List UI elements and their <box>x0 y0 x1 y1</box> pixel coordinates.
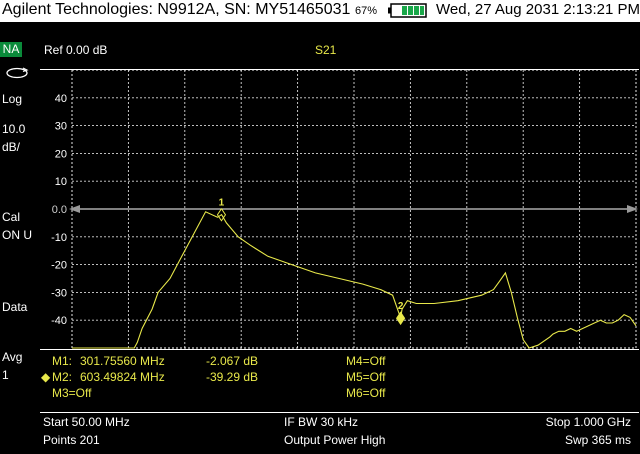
reference-arrow-left <box>69 205 80 213</box>
y-tick-labels: 40 30 20 10 0.0 -10 -20 -30 -40 <box>51 93 67 327</box>
battery-percent: 67% <box>355 5 378 17</box>
y-tick-label: -40 <box>51 315 67 327</box>
scale-unit: dB/ <box>2 140 21 154</box>
avg-value: 1 <box>2 368 9 382</box>
if-bandwidth[interactable]: IF BW 30 kHz <box>284 415 358 429</box>
stop-frequency[interactable]: Stop 1.000 GHz <box>546 415 631 429</box>
y-tick-label: 40 <box>55 93 67 105</box>
trace-markers: 12 <box>216 198 406 326</box>
left-status-panel: Log 10.0 dB/ Cal ON U Data Avg 1 <box>0 40 40 454</box>
date-time: Wed, 27 Aug 2031 2:13:21 PM <box>436 1 640 18</box>
y-tick-label: -10 <box>51 232 67 244</box>
marker-1-freq: 301.75560 MHz <box>80 354 165 368</box>
marker-1-label[interactable]: M1: <box>52 354 72 368</box>
marker-3-status[interactable]: M3=Off <box>52 386 91 400</box>
marker-2-number: 2 <box>398 301 404 312</box>
window-title: Agilent Technologies: N9912A, SN: MY5146… <box>2 1 351 18</box>
points-count[interactable]: Points 201 <box>43 433 100 447</box>
marker-2-symbol <box>396 311 406 326</box>
scale-value: 10.0 <box>2 122 26 136</box>
trace-plot: 403020100.0-10-20-30-40 12 <box>40 69 639 413</box>
marker-2-value: -39.29 dB <box>206 370 259 384</box>
title-bar: Agilent Technologies: N9912A, SN: MY5146… <box>0 0 640 22</box>
output-power[interactable]: Output Power High <box>284 433 385 447</box>
marker-4-status[interactable]: M4=Off <box>346 354 385 368</box>
mode-badge[interactable]: NA <box>0 42 22 57</box>
sweep-cycle-icon <box>6 67 29 79</box>
cal-status: ON U <box>2 228 32 242</box>
sweep-time[interactable]: Swp 365 ms <box>565 433 631 447</box>
y-tick-label: -20 <box>51 260 67 272</box>
y-tick-label: -30 <box>51 287 67 299</box>
cal-label: Cal <box>2 210 21 224</box>
y-tick-label: 0.0 <box>52 204 67 216</box>
marker-2-label[interactable]: M2: <box>52 370 72 384</box>
y-tick-label: 30 <box>55 121 67 133</box>
start-frequency[interactable]: Start 50.00 MHz <box>43 415 130 429</box>
reference-line <box>69 205 638 213</box>
marker-2-freq: 603.49824 MHz <box>80 370 165 384</box>
y-tick-label: 10 <box>55 176 67 188</box>
y-tick-label: 20 <box>55 148 67 160</box>
reference-level[interactable]: Ref 0.00 dB <box>44 43 107 57</box>
data-label: Data <box>2 300 28 314</box>
marker-5-status[interactable]: M5=Off <box>346 370 385 384</box>
marker-1-number: 1 <box>219 198 225 209</box>
avg-label: Avg <box>2 350 23 364</box>
battery-icon <box>388 3 427 18</box>
marker-6-status[interactable]: M6=Off <box>346 386 385 400</box>
marker-1-value: -2.067 dB <box>206 354 259 368</box>
measurement-display: 40 30 20 10 0.0 -10 -20 -30 -40 12 Ref 0.00 dB S… <box>40 40 639 454</box>
measurement-parameter[interactable]: S21 <box>315 43 336 57</box>
active-marker-icon: ◆ <box>41 370 51 384</box>
scale-type-label: Log <box>2 92 23 106</box>
